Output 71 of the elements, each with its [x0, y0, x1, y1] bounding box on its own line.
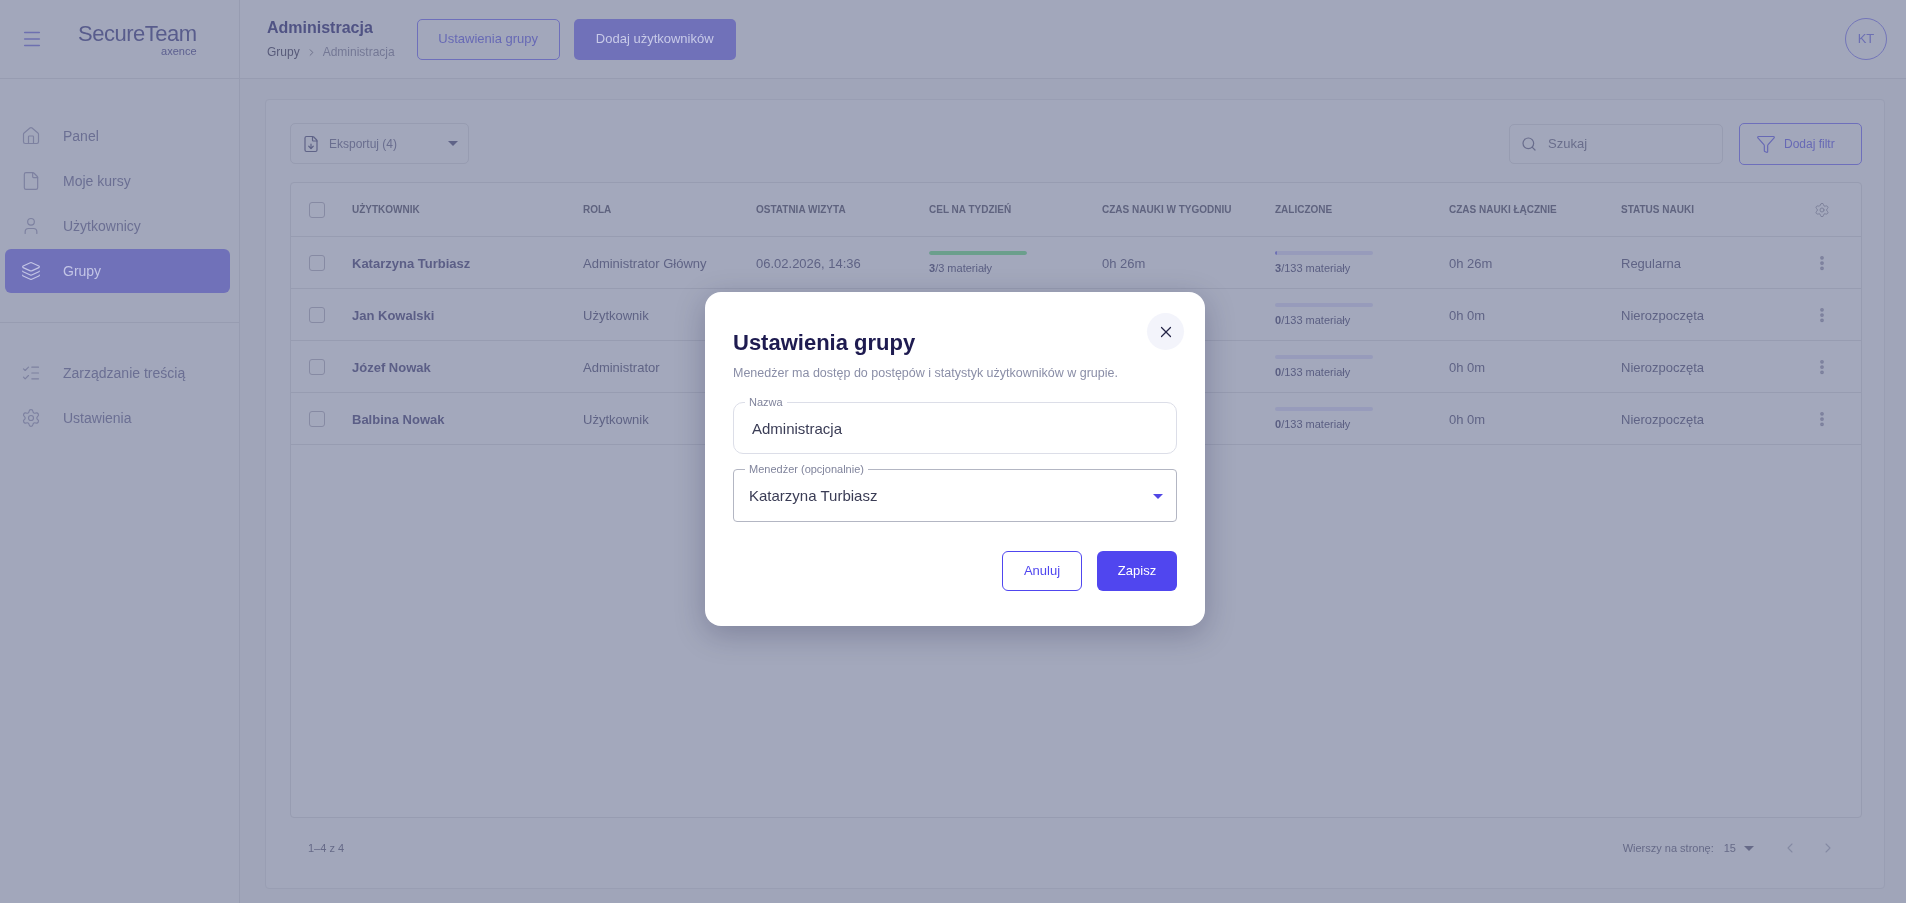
sidebar-item[interactable]: Grupy [5, 249, 230, 293]
role-text: Użytkownik [583, 307, 649, 323]
progress-text: 0/133 materiały [1275, 364, 1351, 379]
export-button[interactable]: Eksportuj (4) [290, 123, 469, 164]
role-text: Użytkownik [583, 411, 649, 427]
sidebar-item[interactable]: Panel [5, 114, 230, 158]
filter-icon [1756, 133, 1776, 154]
user-name: Katarzyna Turbiasz [352, 255, 471, 271]
caret-icon [1744, 845, 1754, 851]
progress-text: 3/3 materiały [929, 260, 992, 275]
sidebar-item[interactable]: Moje kursy [5, 159, 230, 203]
name-field[interactable]: Nazwa Administracja [733, 395, 1177, 454]
group-settings-button[interactable]: Ustawienia grupy [416, 18, 560, 60]
checkbox[interactable] [309, 201, 325, 218]
status-text: Nierozpoczęta [1621, 359, 1705, 375]
total-time: 0h 0m [1449, 359, 1486, 375]
add-filter-button[interactable]: Dodaj filtr [1739, 122, 1862, 165]
total-time: 0h 0m [1449, 307, 1486, 323]
file-icon [21, 171, 41, 191]
user-name: Balbina Nowak [352, 411, 445, 427]
last-visit-date: 06.02.2026, 14:36 [756, 255, 861, 271]
sidebar-item[interactable]: Zarządzanie treścią [5, 351, 230, 395]
file-download-icon [302, 133, 320, 154]
checkbox[interactable] [309, 306, 325, 323]
progress-text: 0/133 materiały [1275, 416, 1351, 431]
save-button[interactable]: Zapisz [1097, 551, 1177, 591]
settings-icon [21, 408, 41, 428]
progress-text: 0/133 materiały [1275, 312, 1351, 327]
rows-per-page-label: Wierszy na stronę: [1622, 840, 1714, 856]
column-header: CZAS NAUKI W TYGODNIU [1102, 203, 1233, 216]
checkbox[interactable] [309, 254, 325, 271]
column-header: OSTATNIA WIZYTA [756, 203, 847, 216]
settings-icon[interactable] [1814, 201, 1830, 218]
checkbox[interactable] [309, 410, 325, 427]
progress-text: 3/133 materiały [1275, 260, 1351, 275]
close-button[interactable] [1147, 313, 1184, 350]
dialog-title: Ustawienia grupy [733, 329, 916, 357]
page-title: Administracja [267, 18, 374, 38]
total-time: 0h 0m [1449, 411, 1486, 427]
column-header: ROLA [583, 203, 613, 216]
user-name: Jan Kowalski [352, 307, 435, 323]
status-text: Nierozpoczęta [1621, 411, 1705, 427]
add-users-button[interactable]: Dodaj użytkowników [573, 18, 736, 60]
total-time: 0h 26m [1449, 255, 1493, 271]
layers-icon [21, 261, 41, 281]
column-header: CZAS NAUKI ŁĄCZNIE [1449, 203, 1558, 216]
checkbox[interactable] [309, 358, 325, 375]
page-range: 1–4 z 4 [308, 840, 345, 856]
manager-select[interactable]: Menedżer (opcjonalnie) Katarzyna Turbiasz [733, 462, 1177, 522]
sidebar-item[interactable]: Użytkownicy [5, 204, 230, 248]
caret-icon [1153, 494, 1163, 499]
breadcrumb-link[interactable]: Grupy [267, 44, 300, 60]
cancel-button[interactable]: Anuluj [1002, 551, 1082, 591]
user-name: Józef Nowak [352, 359, 431, 375]
role-text: Administrator [583, 359, 660, 375]
column-header: CEL NA TYDZIEŃ [929, 203, 1013, 216]
role-text: Administrator Główny [583, 255, 707, 271]
house-icon [21, 126, 41, 146]
logo-vendor: axence [161, 45, 197, 57]
column-header: UŻYTKOWNIK [352, 203, 421, 216]
column-header: STATUS NAUKI [1621, 203, 1695, 216]
weekly-time: 0h 26m [1102, 255, 1146, 271]
logo-wordmark: SecureTeam [78, 21, 197, 46]
dialog-description: Menedżer ma dostęp do postępów i statystyk użytkowników w grupie. [733, 365, 1119, 382]
column-header: ZALICZONE [1275, 203, 1334, 216]
caret-icon [448, 141, 458, 146]
status-text: Nierozpoczęta [1621, 307, 1705, 323]
search-icon [1521, 135, 1537, 152]
sidebar-item[interactable]: Ustawienia [5, 396, 230, 440]
search-field[interactable]: Szukaj [1509, 123, 1723, 164]
status-text: Regularna [1621, 255, 1681, 271]
